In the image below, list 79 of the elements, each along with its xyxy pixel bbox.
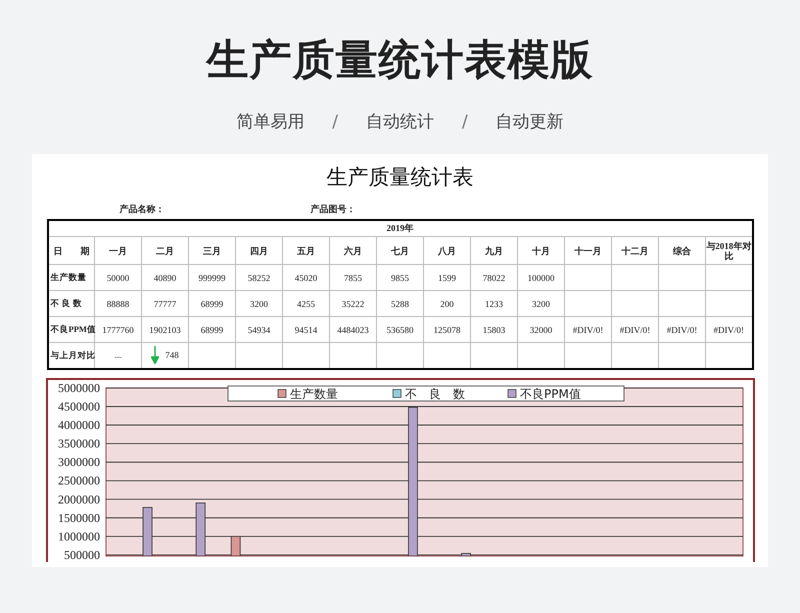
table-cell: 77777 <box>142 290 188 316</box>
feature-tag: 自动统计 <box>366 110 434 134</box>
field-label: 产品图号： <box>310 204 356 217</box>
header-cell: 三月 <box>188 236 236 264</box>
table-cell: 54934 <box>236 316 282 342</box>
header-cell: 八月 <box>424 236 470 264</box>
table-cell: 15803 <box>470 316 518 342</box>
page-title: 生产质量统计表模版 <box>206 34 594 86</box>
table-cell: 3200 <box>518 290 564 316</box>
table-cell: #DIV/0! <box>658 316 706 342</box>
header-cell: 四月 <box>236 236 282 264</box>
table-cell: 1777760 <box>94 316 142 342</box>
table-cell: 5288 <box>376 290 424 316</box>
header-cell: 十二月 <box>612 236 658 264</box>
table-cell: 4255 <box>282 290 330 316</box>
table-cell: 999999 <box>188 264 236 290</box>
y-axis-label: 4000000 <box>58 418 100 432</box>
table-cell <box>658 290 706 316</box>
header-cell: 七月 <box>376 236 424 264</box>
y-axis-label: 5000000 <box>58 381 100 395</box>
table-cell: 200 <box>424 290 470 316</box>
table-cell <box>612 290 658 316</box>
row-label: 与上月对比 <box>48 342 94 369</box>
table-cell: 536580 <box>376 316 424 342</box>
header-cell: 六月 <box>330 236 376 264</box>
table-cell: 45020 <box>282 264 330 290</box>
table-cell: 35222 <box>330 290 376 316</box>
table-cell: 1902103 <box>142 316 188 342</box>
table-cell: 100000 <box>518 264 564 290</box>
legend-label: 生产数量 <box>290 387 338 401</box>
header-cell: 九月 <box>470 236 518 264</box>
table-cell: 3200 <box>236 290 282 316</box>
y-axis-label: 2500000 <box>58 474 100 488</box>
table-cell: 125078 <box>424 316 470 342</box>
table-cell: 50000 <box>94 264 142 290</box>
table-cell: #DIV/0! <box>612 316 658 342</box>
table-cell: 7855 <box>330 264 376 290</box>
sheet-title: 生产质量统计表 <box>326 164 474 190</box>
feature-tag: 简单易用 <box>236 110 304 134</box>
header-cell: 日 期 <box>48 236 94 264</box>
header-cell: 二月 <box>142 236 188 264</box>
row-label: 不良PPM值 <box>48 316 94 342</box>
table-cell: 88888 <box>94 290 142 316</box>
table-cell <box>564 290 612 316</box>
table-cell: 78022 <box>470 264 518 290</box>
separator-slash: / <box>462 111 468 134</box>
table-cell <box>564 264 612 290</box>
legend-label: 不 良 数 <box>404 387 464 401</box>
legend-label: 不良PPM值 <box>520 387 580 401</box>
row-label: 生产数量 <box>48 264 94 290</box>
table-cell: 68999 <box>188 316 236 342</box>
table-cell: 68999 <box>188 290 236 316</box>
table-cell: #DIV/0! <box>564 316 612 342</box>
table-cell: 4484023 <box>330 316 376 342</box>
y-axis-label: 1000000 <box>58 529 100 544</box>
separator-slash: / <box>332 111 338 134</box>
y-axis-label: 3500000 <box>58 436 100 451</box>
header-cell: 十一月 <box>564 236 612 264</box>
table-cell: 32000 <box>518 316 564 342</box>
y-axis-label: 4500000 <box>58 400 100 414</box>
table-cell: 1233 <box>470 290 518 316</box>
table-cell <box>658 264 706 290</box>
table-cell <box>612 264 658 290</box>
y-axis-label: 1500000 <box>58 510 100 525</box>
header-cell: 综合 <box>658 236 706 264</box>
header-cell: 五月 <box>282 236 330 264</box>
table-cell: 40890 <box>142 264 188 290</box>
table-cell: 9855 <box>376 264 424 290</box>
y-axis-label: 2000000 <box>58 492 100 506</box>
table-cell: 94514 <box>282 316 330 342</box>
header-cell: 十月 <box>518 236 564 264</box>
header-cell: 一月 <box>94 236 142 264</box>
row-label: 不 良 数 <box>48 290 94 316</box>
feature-tag: 自动更新 <box>496 110 564 134</box>
y-axis-label: 500000 <box>64 548 100 560</box>
y-axis-label: 3000000 <box>58 455 100 470</box>
field-label: 产品名称： <box>120 204 164 217</box>
table-cell: 58252 <box>236 264 282 290</box>
table-cell: 1599 <box>424 264 470 290</box>
